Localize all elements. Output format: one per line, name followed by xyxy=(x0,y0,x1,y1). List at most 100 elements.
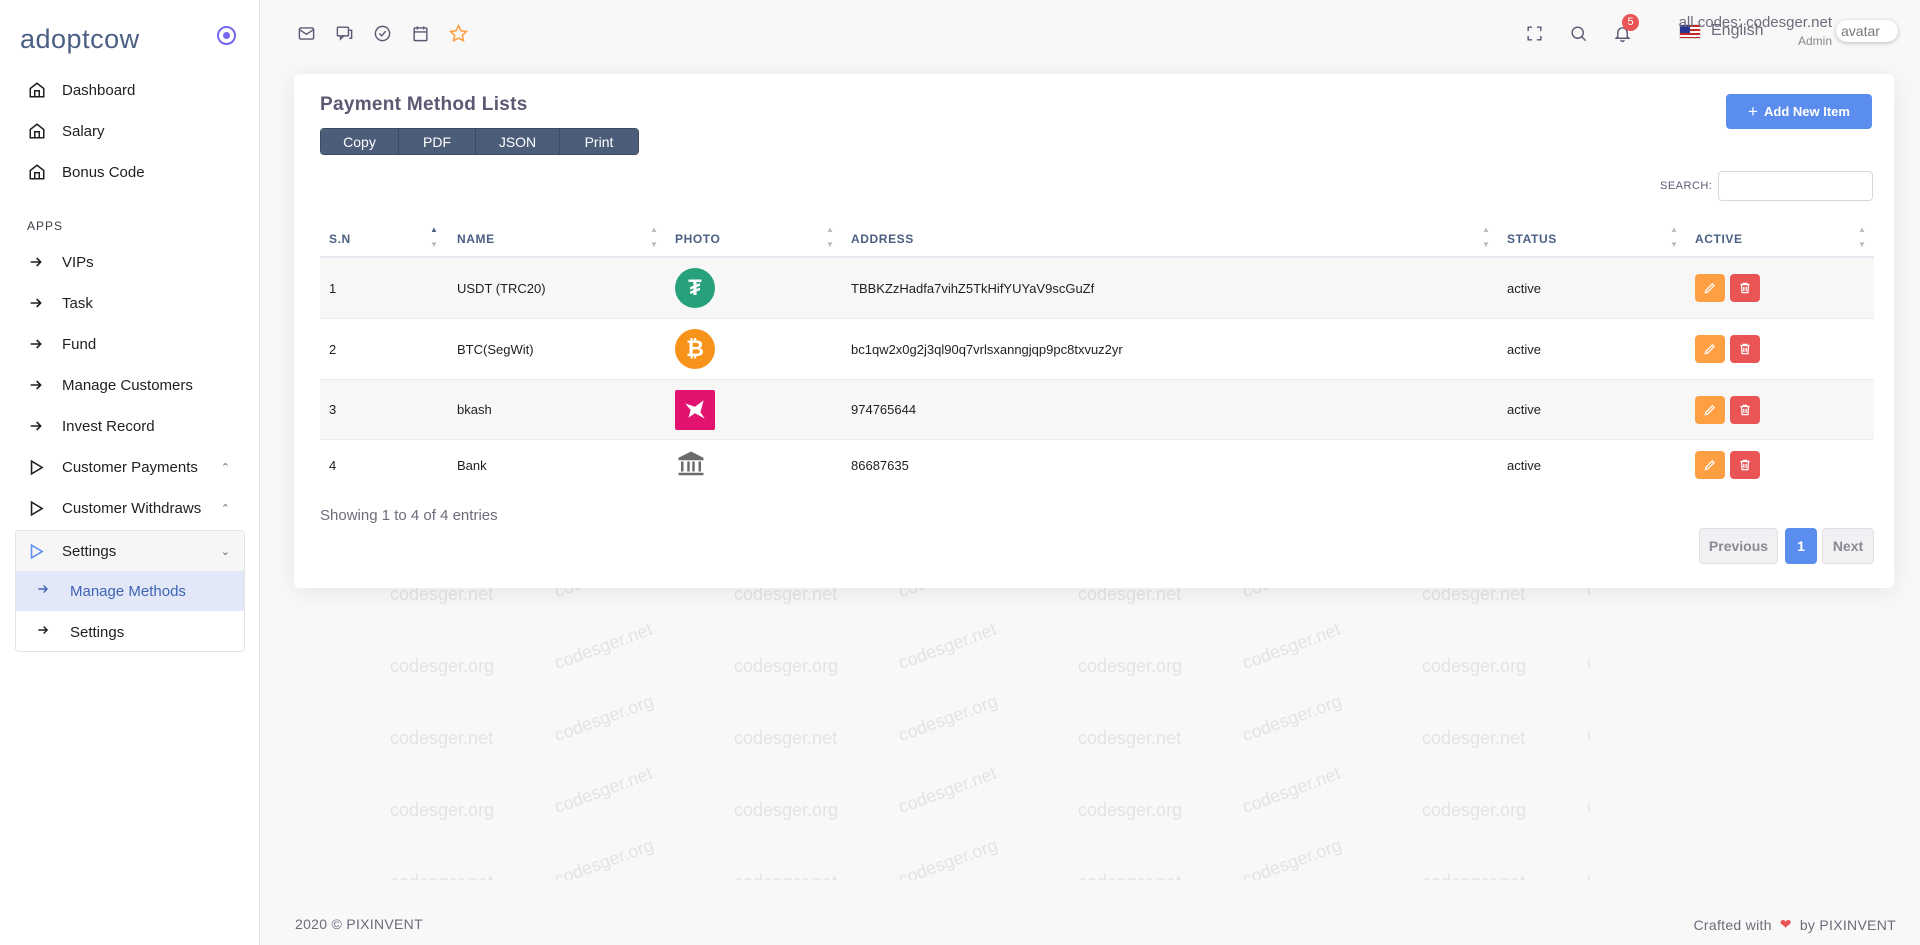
delete-button[interactable] xyxy=(1730,395,1760,424)
settings-group: Settings ⌄ Manage Methods Settings xyxy=(15,530,245,652)
edit-button[interactable] xyxy=(1695,274,1725,302)
sidebar: adoptcow Dashboard Salary Bonus Code APP… xyxy=(0,0,260,945)
cell-name: Bank xyxy=(457,457,487,473)
sidebar-item-label: Customer Payments xyxy=(62,458,198,476)
sidebar-toggle-icon[interactable] xyxy=(217,26,236,45)
sidebar-item-label: Customer Withdraws xyxy=(62,499,202,517)
star-icon[interactable] xyxy=(447,22,469,44)
user-name[interactable]: all codes: codesger.net xyxy=(1679,14,1832,31)
table-row: 3 bkash 974765644 active xyxy=(320,380,1874,440)
sidebar-item-task[interactable]: Task xyxy=(16,283,244,323)
cell-photo: ₿ xyxy=(666,319,715,379)
print-button[interactable]: Print xyxy=(560,129,638,154)
watermark-text: codesger.org xyxy=(551,690,657,746)
home-icon xyxy=(16,81,62,99)
watermark-text: codesger.org xyxy=(551,834,657,880)
sidebar-subitem-settings[interactable]: Settings xyxy=(16,612,244,652)
avatar[interactable]: avatar xyxy=(1836,20,1898,42)
delete-button[interactable] xyxy=(1730,451,1760,479)
watermark-text: codesger.net xyxy=(551,619,656,674)
delete-button[interactable] xyxy=(1730,335,1760,363)
watermark-text: codesger.net xyxy=(1422,872,1525,880)
bank-icon xyxy=(675,449,707,482)
play-icon xyxy=(16,500,62,517)
calendar-icon[interactable] xyxy=(409,22,431,44)
watermark-text: codesger.net xyxy=(551,763,656,818)
sidebar-subitem-label: Settings xyxy=(70,623,125,641)
pdf-button[interactable]: PDF xyxy=(399,129,476,154)
column-header-status[interactable]: STATUS xyxy=(1498,220,1686,258)
search-icon[interactable] xyxy=(1567,22,1589,44)
column-header-address[interactable]: ADDRESS xyxy=(842,220,1498,258)
column-header-photo[interactable]: PHOTO xyxy=(666,220,842,258)
column-header-active[interactable]: ACTIVE xyxy=(1686,220,1874,258)
pagination-page-1[interactable]: 1 xyxy=(1785,528,1817,564)
play-icon xyxy=(16,543,62,560)
table-info: Showing 1 to 4 of 4 entries xyxy=(320,507,498,524)
sort-desc-icon: ▼ xyxy=(650,240,658,249)
sort-desc-icon: ▼ xyxy=(826,240,834,249)
watermark-text: codesger.org xyxy=(390,800,495,820)
sidebar-item-settings[interactable]: Settings ⌄ xyxy=(16,531,244,571)
watermark-text: codesger.net xyxy=(390,728,494,748)
arrow-right-icon xyxy=(16,377,62,393)
mail-icon[interactable] xyxy=(295,22,317,44)
sidebar-item-customer-withdraws[interactable]: Customer Withdraws ⌃ xyxy=(16,488,244,528)
edit-button[interactable] xyxy=(1695,335,1725,363)
copy-button[interactable]: Copy xyxy=(321,129,399,154)
cell-address: TBBKZzHadfa7vihZ5TkHifYUYaV9scGuZf xyxy=(851,280,1095,296)
chevron-down-icon: ⌄ xyxy=(220,545,230,558)
watermark-text: codesger.org xyxy=(895,834,1001,880)
watermark-text: codesger.org xyxy=(734,656,839,676)
sidebar-item-label: Fund xyxy=(62,335,97,353)
chevron-up-icon: ⌃ xyxy=(220,502,230,515)
sidebar-item-label: Bonus Code xyxy=(62,163,145,181)
json-button[interactable]: JSON xyxy=(476,129,560,154)
sort-asc-icon: ▲ xyxy=(430,225,438,234)
cell-actions xyxy=(1686,258,1765,318)
bitcoin-logo-icon: ₿ xyxy=(675,329,715,369)
export-button-group: Copy PDF JSON Print xyxy=(320,128,639,155)
fullscreen-icon[interactable] xyxy=(1523,22,1545,44)
cell-status: active xyxy=(1507,457,1541,473)
watermark-text: codesger.org xyxy=(1422,800,1527,820)
sidebar-item-customer-payments[interactable]: Customer Payments ⌃ xyxy=(16,447,244,487)
watermark-text: codesger.net xyxy=(1239,763,1344,818)
sidebar-subitem-manage-methods[interactable]: Manage Methods xyxy=(16,571,244,611)
delete-button[interactable] xyxy=(1730,274,1760,302)
sidebar-item-fund[interactable]: Fund xyxy=(16,324,244,364)
sort-asc-icon: ▲ xyxy=(650,225,658,234)
brand-logo[interactable]: adoptcow xyxy=(20,24,140,55)
sidebar-item-salary[interactable]: Salary xyxy=(16,111,244,151)
plus-icon: + xyxy=(1748,101,1758,121)
watermark-text: codesger.net xyxy=(1239,619,1344,674)
check-circle-icon[interactable] xyxy=(371,22,393,44)
watermark-text: codesger.net xyxy=(734,872,837,880)
bkash-logo-icon xyxy=(675,389,715,430)
add-new-item-button[interactable]: + Add New Item xyxy=(1726,94,1872,129)
watermark-text: codesger.net xyxy=(895,763,1000,818)
pagination-previous[interactable]: Previous xyxy=(1699,528,1778,564)
column-header-sn[interactable]: S.N xyxy=(320,220,448,258)
home-icon xyxy=(16,122,62,140)
pagination-next[interactable]: Next xyxy=(1822,528,1874,564)
sidebar-item-invest-record[interactable]: Invest Record xyxy=(16,406,244,446)
column-header-label: PHOTO xyxy=(675,232,721,246)
sidebar-item-dashboard[interactable]: Dashboard xyxy=(16,70,244,110)
watermark-text: codesger.org xyxy=(390,656,495,676)
cell-address: bc1qw2x0g2j3ql90q7vrlsxanngjqp9pc8txvuz2… xyxy=(851,341,1123,357)
sidebar-item-manage-customers[interactable]: Manage Customers xyxy=(16,365,244,405)
edit-button[interactable] xyxy=(1695,451,1725,479)
column-header-name[interactable]: NAME xyxy=(448,220,666,258)
search-input[interactable] xyxy=(1718,171,1873,201)
chat-icon[interactable] xyxy=(333,22,355,44)
sidebar-item-bonus-code[interactable]: Bonus Code xyxy=(16,152,244,192)
sidebar-item-label: Dashboard xyxy=(62,81,136,99)
arrow-right-icon xyxy=(36,582,70,600)
sidebar-item-vips[interactable]: VIPs xyxy=(16,242,244,282)
watermark-text: codesger.net xyxy=(1583,619,1590,674)
user-role: Admin xyxy=(1797,34,1832,48)
cell-status: active xyxy=(1507,402,1541,417)
edit-button[interactable] xyxy=(1695,395,1725,424)
footer-credit-prefix: Crafted with xyxy=(1693,916,1772,933)
